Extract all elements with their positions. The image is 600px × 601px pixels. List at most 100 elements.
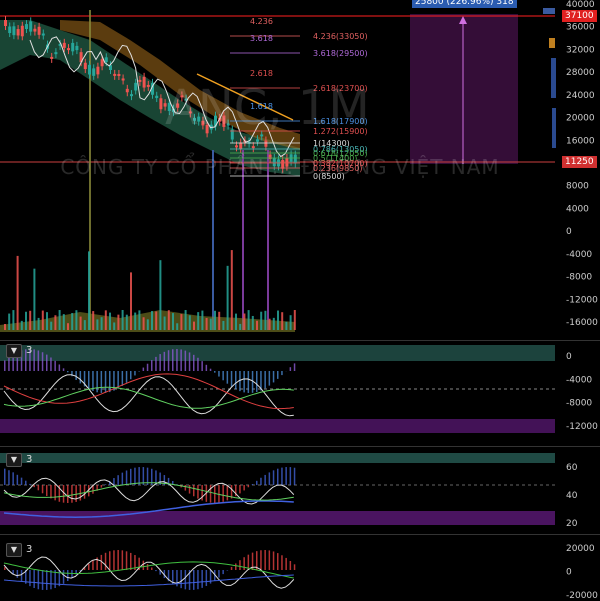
histogram-bar: [269, 472, 271, 485]
panel-2-axis-label: 20: [566, 519, 578, 529]
chevron-down-icon[interactable]: ▼: [6, 543, 22, 557]
histogram-bar: [33, 485, 35, 487]
panel-2-axis-label: 60: [566, 463, 578, 473]
volume-bar: [176, 323, 178, 330]
volume-bar: [231, 250, 233, 330]
indicator-panel-3[interactable]: 200000-20000 ▼ 3: [0, 534, 600, 601]
price-axis-label: 4000: [566, 204, 589, 214]
histogram-bar: [264, 475, 266, 485]
histogram-bar: [88, 564, 90, 570]
volume-bar: [256, 321, 258, 330]
volume-bar: [29, 311, 31, 330]
histogram-bar: [147, 364, 149, 371]
candle: [122, 78, 125, 80]
histogram-bar: [29, 570, 31, 586]
fib-level-label: 4.236(33050): [313, 32, 368, 41]
histogram-bar: [159, 354, 161, 371]
histogram-bar: [222, 485, 224, 502]
histogram-bar: [8, 470, 10, 485]
volume-bar: [294, 310, 296, 330]
candle: [147, 85, 150, 87]
chevron-down-icon[interactable]: ▼: [6, 453, 22, 467]
indicator-panel-2[interactable]: 60 40 20 ▼ 3: [0, 446, 600, 535]
panel-2-toggle[interactable]: ▼ 3: [6, 453, 32, 466]
candle: [75, 46, 78, 50]
indicator-1-chart[interactable]: 0-4000-8000-12000: [0, 341, 600, 437]
histogram-bar: [92, 560, 94, 570]
histogram-bar: [260, 550, 262, 570]
histogram-bar: [33, 349, 35, 371]
histogram-bar: [67, 570, 69, 581]
histogram-bar: [193, 485, 195, 496]
price-axis-label: -12000: [566, 295, 598, 305]
panel-1-toggle[interactable]: ▼ 3: [6, 344, 32, 357]
price-axis-label: 8000: [566, 182, 589, 192]
candle: [256, 139, 259, 141]
histogram-bar: [75, 371, 77, 380]
panel-2-axis-label: 40: [566, 491, 578, 501]
fib-ratio-label: 4.236: [250, 17, 273, 26]
histogram-bar: [294, 564, 296, 570]
histogram-bar: [231, 371, 233, 387]
indicator-panel-1[interactable]: 0-4000-8000-12000 ▼ 3: [0, 340, 600, 437]
volume-bar: [4, 324, 6, 330]
candle: [134, 83, 137, 91]
histogram-bar: [197, 570, 199, 589]
histogram-bar: [42, 485, 44, 493]
volume-bar: [17, 256, 19, 330]
volume-bar: [210, 319, 212, 330]
histogram-bar: [185, 351, 187, 371]
histogram-bar: [80, 371, 82, 383]
measure-badge: 25800 (226.96%) 318: [412, 0, 517, 8]
histogram-bar: [168, 350, 170, 371]
panel-3-toggle[interactable]: ▼ 3: [6, 543, 32, 556]
chevron-down-icon[interactable]: ▼: [6, 344, 22, 358]
volume-bar: [155, 311, 157, 330]
histogram-bar: [197, 358, 199, 371]
volume-bar: [42, 311, 44, 330]
price-axis-label: 20000: [566, 114, 595, 124]
histogram-bar: [67, 371, 69, 372]
candle: [67, 48, 70, 50]
histogram-bar: [256, 481, 258, 485]
histogram-bar: [290, 467, 292, 485]
histogram-bar: [67, 485, 69, 503]
histogram-bar: [176, 349, 178, 371]
candle: [50, 57, 53, 59]
candle: [33, 29, 36, 32]
volume-bar: [67, 323, 69, 330]
price-axis-label: 28000: [566, 68, 595, 78]
company-watermark: CÔNG TY CỔ PHẦN ... ĐƯỜNG VIỆT NAM: [0, 155, 560, 179]
volume-bar: [138, 310, 140, 330]
candle: [101, 59, 104, 66]
histogram-bar: [80, 485, 82, 501]
candle: [155, 96, 158, 98]
histogram-bar: [210, 369, 212, 371]
main-chart-pane[interactable]: 4.2364.236(33050)3.6183.618(29500)2.6182…: [0, 0, 600, 340]
volume-bar: [290, 315, 292, 330]
price-badge-top: 37100: [562, 10, 597, 22]
histogram-bar: [88, 371, 90, 389]
histogram-bar: [122, 371, 124, 386]
histogram-bar: [25, 481, 27, 485]
volume-bar: [264, 311, 266, 330]
histogram-bar: [122, 550, 124, 570]
candle: [117, 74, 120, 76]
histogram-bar: [50, 357, 52, 371]
candle: [8, 26, 11, 33]
indicator-3-chart[interactable]: 200000-20000: [0, 535, 600, 601]
histogram-bar: [273, 551, 275, 570]
volume-bar: [33, 269, 35, 330]
histogram-bar: [206, 365, 208, 371]
volume-bar: [63, 314, 65, 330]
histogram-bar: [235, 563, 237, 570]
histogram-bar: [285, 467, 287, 485]
histogram-bar: [256, 371, 258, 392]
volume-bar: [88, 251, 90, 330]
histogram-bar: [151, 360, 153, 371]
histogram-bar: [239, 371, 241, 391]
histogram-bar: [101, 485, 103, 488]
indicator-2-chart[interactable]: 60 40 20: [0, 447, 600, 535]
volume-bar: [122, 310, 124, 330]
histogram-bar: [281, 555, 283, 570]
